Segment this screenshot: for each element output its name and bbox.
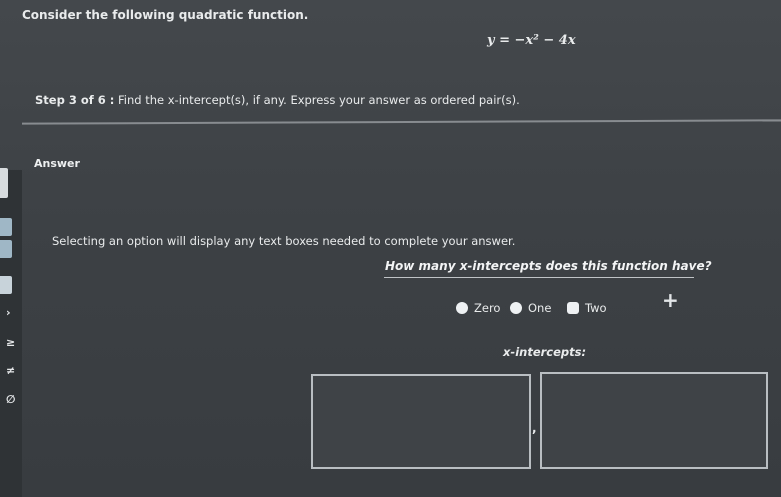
screen: › ≥ ≠ ∅ Consider the following quadratic… [0,0,781,497]
question-intro: Consider the following quadratic functio… [22,8,309,22]
greater-than-icon[interactable]: › [6,306,11,319]
step-text: Find the x-intercept(s), if any. Express… [118,93,520,107]
separator-comma: , [532,421,537,435]
toolbar-button-sqrt[interactable] [0,276,12,294]
answer-instruction: Selecting an option will display any tex… [52,234,516,248]
section-divider [21,119,781,125]
step-instruction: Step 3 of 6 : Find the x-intercept(s), i… [35,93,520,107]
option-one-label: One [528,301,552,315]
toolbar-button-exponent[interactable] [0,240,12,258]
answer-heading: Answer [34,157,80,170]
greater-equal-icon[interactable]: ≥ [6,336,15,349]
radio-two[interactable] [567,302,579,314]
intercept-count-question: How many x-intercepts does this function… [385,259,712,273]
option-two-label: Two [585,301,607,315]
x-intercepts-label: x-intercepts: [503,345,587,359]
question-underline [384,277,694,278]
radio-one[interactable] [510,302,522,314]
x-intercept-input-2[interactable] [540,372,768,469]
toolbar-tab[interactable] [0,168,8,198]
option-two[interactable]: Two [567,301,607,315]
not-equal-icon[interactable]: ≠ [6,364,15,377]
option-zero[interactable]: Zero [456,301,500,315]
quadratic-equation: y = −x² − 4x [487,33,576,48]
option-one[interactable]: One [510,301,551,315]
radio-zero[interactable] [456,302,468,314]
add-icon[interactable]: + [662,288,679,312]
option-zero-label: Zero [474,301,501,315]
toolbar-button-fraction[interactable] [0,218,12,236]
empty-set-icon[interactable]: ∅ [6,393,15,406]
step-label: Step 3 of 6 : [35,93,115,107]
x-intercept-input-1[interactable] [311,374,531,469]
